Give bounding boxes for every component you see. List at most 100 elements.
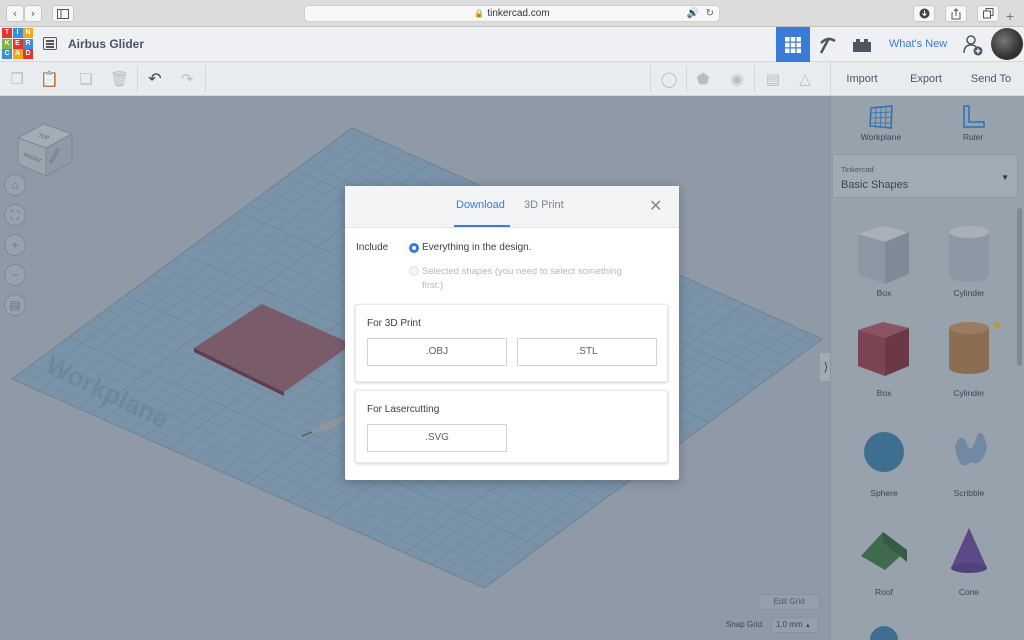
sidebar-toggle-icon[interactable] (52, 5, 74, 22)
radio-everything[interactable] (409, 243, 419, 253)
library-name: Basic Shapes (841, 179, 909, 191)
ruler-tool-label: Ruler (962, 132, 984, 142)
cylinder-hatched-shape[interactable] (949, 226, 989, 282)
bricks-button[interactable] (846, 27, 878, 62)
shapes-panel: Workplane Ruler Tinkercad Basic Shapes ▼ (830, 96, 1024, 640)
close-icon[interactable]: ✕ (649, 198, 662, 214)
fit-view-icon[interactable]: ⛶ (4, 204, 26, 226)
shape-label-cone: Cone (958, 587, 980, 597)
design-list-icon[interactable] (43, 37, 57, 50)
svg-button[interactable]: .SVG (367, 424, 507, 452)
snap-grid-value: 1.0 mm (776, 620, 803, 629)
stl-button[interactable]: .STL (517, 338, 657, 366)
blocks-button[interactable] (812, 27, 844, 62)
tab-3d-print[interactable]: 3D Print (524, 199, 564, 211)
import-button[interactable]: Import (831, 62, 893, 96)
logo-letter: I (12, 28, 23, 38)
shape-library-dropdown[interactable]: Tinkercad Basic Shapes ▼ (832, 154, 1018, 198)
import-export-toolbar: Import Export Send To (830, 62, 1024, 96)
undo-icon[interactable]: ↶ (146, 70, 164, 88)
new-tab-button[interactable]: + (1006, 8, 1014, 24)
mirror-icon[interactable]: △ (796, 70, 814, 88)
downloads-icon[interactable] (913, 5, 935, 22)
toolbar-divider (686, 66, 687, 92)
view-3d-button[interactable] (776, 27, 810, 62)
snap-grid-select[interactable]: 1.0 mm ▲ (771, 617, 819, 633)
address-bar[interactable]: 🔒 tinkercad.com 🔊 ↻ (304, 5, 720, 22)
logo-letter: A (12, 49, 23, 59)
box-solid-shape[interactable] (858, 322, 909, 376)
roof-shape[interactable] (861, 532, 907, 570)
shape-label-cylinder: Cylinder (953, 288, 985, 298)
library-category: Tinkercad (841, 165, 874, 174)
lightbulb-icon[interactable]: ◯ (660, 70, 678, 88)
edit-grid-button[interactable]: Edit Grid (758, 594, 820, 610)
toolbar-divider (205, 66, 206, 92)
add-user-icon (963, 34, 983, 55)
cylinder-solid-shape[interactable] (949, 322, 989, 374)
view-cube[interactable]: TOP FRONT RIGHT (14, 118, 74, 178)
logo-letter: R (23, 38, 33, 49)
tab-download[interactable]: Download (456, 199, 505, 211)
tabs-overview-icon[interactable] (977, 5, 999, 22)
toolbar-divider (754, 66, 755, 92)
user-avatar[interactable] (991, 28, 1023, 60)
scribble-shape[interactable] (955, 432, 987, 466)
paste-icon[interactable]: 📋 (40, 70, 59, 88)
ruler-tool[interactable]: Ruler (933, 104, 1013, 142)
card-3d-print: For 3D Print .OBJ .STL (355, 304, 668, 382)
box-hatched-shape[interactable] (858, 226, 909, 284)
option-everything-label[interactable]: Everything in the design. (422, 242, 532, 253)
tinkercad-logo[interactable]: TIN KER CAD (2, 28, 33, 59)
section-laser-title: For Lasercutting (367, 404, 440, 415)
browser-toolbar: ‹ › 🔒 tinkercad.com 🔊 ↻ + (0, 0, 1024, 27)
active-tab-indicator (454, 225, 510, 227)
caret-icon: ▲ (804, 623, 811, 629)
align-icon[interactable]: ▤ (764, 70, 782, 88)
partial-shape[interactable] (870, 626, 898, 640)
workplane-icon (869, 105, 893, 129)
reload-icon[interactable]: ↻ (706, 6, 714, 21)
obj-button[interactable]: .OBJ (367, 338, 507, 366)
speaker-icon[interactable]: 🔊 (687, 6, 699, 21)
group-icon[interactable]: ⬟ (694, 70, 712, 88)
url-text: tinkercad.com (487, 8, 550, 19)
shape-thumbnails: ★ (858, 226, 1004, 640)
add-user-button[interactable] (958, 27, 988, 62)
copy-icon[interactable]: ❐ (8, 70, 26, 88)
grid-icon (785, 36, 801, 53)
panel-scrollbar[interactable] (1017, 208, 1022, 366)
duplicate-icon[interactable]: ❏ (77, 70, 95, 88)
snap-grid-label: Snap Grid (726, 620, 763, 629)
share-icon[interactable] (945, 5, 967, 22)
ruler-icon (963, 105, 985, 128)
workplane-tool[interactable]: Workplane (841, 104, 921, 142)
perspective-icon[interactable]: ▤ (4, 294, 26, 316)
favorite-star-icon[interactable]: ★ (991, 317, 1004, 333)
option-selected-label[interactable]: Selected shapes (you need to select some… (422, 265, 622, 293)
export-button[interactable]: Export (895, 62, 957, 96)
zoom-out-icon[interactable]: − (4, 264, 26, 286)
sphere-shape[interactable] (864, 432, 904, 472)
delete-icon[interactable]: 🗑 (110, 70, 129, 88)
home-view-icon[interactable]: ⌂ (4, 174, 26, 196)
card-lasercutting: For Lasercutting .SVG (355, 390, 668, 463)
shape-label-box-solid: Box (876, 388, 892, 398)
radio-selected-shapes[interactable] (409, 266, 419, 276)
toolbar-divider (650, 66, 651, 92)
back-button[interactable]: ‹ (6, 5, 24, 22)
send-to-button[interactable]: Send To (959, 62, 1023, 96)
whats-new-link[interactable]: What's New (883, 27, 953, 62)
design-title[interactable]: Airbus Glider (68, 37, 144, 51)
ungroup-icon[interactable]: ◉ (728, 70, 746, 88)
toolbar-divider (137, 66, 138, 92)
cone-shape[interactable] (951, 528, 987, 573)
zoom-in-icon[interactable]: + (4, 234, 26, 256)
logo-letter: D (23, 49, 33, 59)
dialog-header: Download 3D Print ✕ (345, 186, 679, 228)
dropdown-arrow-icon: ▼ (1001, 173, 1009, 182)
forward-button[interactable]: › (24, 5, 42, 22)
shape-label-cylinder-solid: Cylinder (953, 388, 985, 398)
export-dialog: Download 3D Print ✕ Include Everything i… (345, 186, 679, 480)
redo-icon[interactable]: ↷ (178, 70, 196, 88)
